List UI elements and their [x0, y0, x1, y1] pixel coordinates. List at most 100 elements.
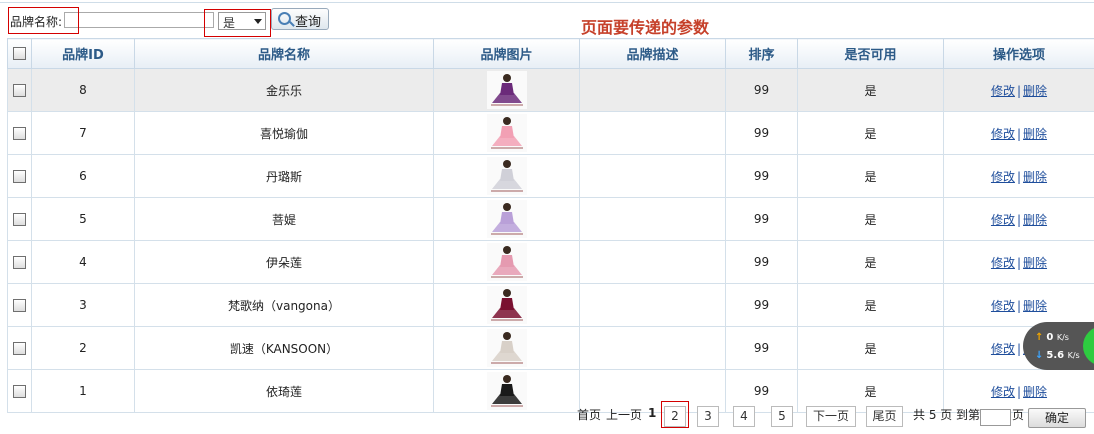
first-page-link[interactable]: 首页 — [577, 406, 601, 423]
delete-link[interactable]: 删除 — [1023, 385, 1047, 399]
table-row: 5 菩媞 99 是修改 | 删除 — [7, 197, 1094, 241]
row-select-cell — [7, 326, 32, 370]
actions-cell: 修改|删除 — [943, 111, 1094, 155]
brand-image — [486, 71, 527, 109]
brand-image — [486, 329, 527, 367]
action-separator: | — [1016, 341, 1022, 356]
confirm-button[interactable]: 确定 — [1028, 408, 1086, 428]
brand-name-cell: 菩媞 — [134, 197, 434, 241]
next-page-button[interactable]: 下一页 — [806, 406, 856, 427]
brand-name-input[interactable] — [64, 12, 214, 28]
delete-link[interactable]: 删除 — [1023, 170, 1047, 184]
delete-link[interactable]: 删除 — [1023, 256, 1047, 270]
edit-link[interactable]: 修改 — [991, 127, 1015, 141]
goto-page-input[interactable] — [980, 409, 1011, 426]
brand-image-cell — [433, 154, 580, 198]
page-3-button[interactable]: 3 — [697, 406, 719, 427]
download-speed: ↓ 5.6 K/s — [1035, 350, 1080, 361]
brand-id-cell: 7 — [31, 111, 135, 155]
prev-page-link[interactable]: 上一页 — [606, 406, 642, 423]
goto-prefix-text: 到第 — [956, 408, 981, 422]
brand-image — [486, 243, 527, 281]
brand-image — [486, 286, 527, 324]
sort-cell: 99 — [725, 68, 798, 112]
enabled-cell: 是 — [797, 68, 944, 112]
select-all-cell — [7, 38, 32, 69]
brand-image-cell — [433, 111, 580, 155]
edit-link[interactable]: 修改 — [991, 299, 1015, 313]
status-ball-icon — [1083, 326, 1094, 366]
row-checkbox[interactable] — [13, 342, 26, 355]
row-select-cell — [7, 111, 32, 155]
row-checkbox[interactable] — [13, 84, 26, 97]
brand-id-cell: 1 — [31, 369, 135, 413]
action-separator: | — [1016, 126, 1022, 141]
row-checkbox[interactable] — [13, 299, 26, 312]
row-select-cell — [7, 369, 32, 413]
row-checkbox[interactable] — [13, 256, 26, 269]
brand-id-cell: 8 — [31, 68, 135, 112]
edit-link[interactable]: 修改 — [991, 213, 1015, 227]
actions-cell: 修改|删除 — [943, 240, 1094, 284]
highlight-box-select — [204, 9, 271, 37]
sort-cell: 99 — [725, 154, 798, 198]
col-header-image: 品牌图片 — [433, 38, 580, 69]
brand-desc-cell — [579, 68, 726, 112]
action-separator: | — [1016, 169, 1022, 184]
brand-desc-cell — [579, 197, 726, 241]
brand-name-cell: 喜悦瑜伽 — [134, 111, 434, 155]
sort-cell: 99 — [725, 240, 798, 284]
last-page-button[interactable]: 尾页 — [866, 406, 903, 427]
page-5-button[interactable]: 5 — [771, 406, 793, 427]
search-icon — [278, 12, 291, 25]
page-2-button[interactable]: 2 — [664, 406, 686, 427]
brand-image — [486, 372, 527, 410]
actions-cell: 修改|删除 — [943, 154, 1094, 198]
delete-link[interactable]: 删除 — [1023, 299, 1047, 313]
col-header-sort: 排序 — [725, 38, 798, 69]
row-checkbox[interactable] — [13, 385, 26, 398]
brand-image-cell — [433, 326, 580, 370]
col-header-name: 品牌名称 — [134, 38, 434, 69]
table-row: 2凯速（KANSOON）99是修改|删除 — [7, 326, 1094, 370]
query-button[interactable]: 查询 — [271, 8, 329, 30]
delete-link[interactable]: 删除 — [1023, 213, 1047, 227]
brand-desc-cell — [579, 283, 726, 327]
sort-cell: 99 — [725, 197, 798, 241]
upload-arrow-icon: ↑ — [1035, 332, 1044, 343]
action-separator: | — [1016, 298, 1022, 313]
brand-name-cell: 梵歌纳（vangona） — [134, 283, 434, 327]
edit-link[interactable]: 修改 — [991, 342, 1015, 356]
upload-speed: ↑ 0 K/s — [1035, 332, 1069, 343]
action-separator: | — [1016, 384, 1022, 399]
row-select-cell — [7, 197, 32, 241]
page-4-button[interactable]: 4 — [733, 406, 755, 427]
brand-id-cell: 3 — [31, 283, 135, 327]
brand-image-cell — [433, 68, 580, 112]
row-select-cell — [7, 154, 32, 198]
select-all-checkbox[interactable] — [13, 47, 26, 60]
edit-link[interactable]: 修改 — [991, 256, 1015, 270]
row-select-cell — [7, 240, 32, 284]
table-header-row: 品牌ID 品牌名称 品牌图片 品牌描述 排序 是否可用 操作选项 — [7, 38, 1094, 69]
brand-id-cell: 6 — [31, 154, 135, 198]
delete-link[interactable]: 删除 — [1023, 127, 1047, 141]
edit-link[interactable]: 修改 — [991, 84, 1015, 98]
sort-cell: 99 — [725, 111, 798, 155]
edit-link[interactable]: 修改 — [991, 170, 1015, 184]
enabled-cell: 是 — [797, 326, 944, 370]
row-checkbox[interactable] — [13, 127, 26, 140]
row-checkbox[interactable] — [13, 213, 26, 226]
enabled-cell: 是 — [797, 240, 944, 284]
row-checkbox[interactable] — [13, 170, 26, 183]
query-button-label: 查询 — [295, 14, 322, 29]
network-speed-widget[interactable]: ↑ 0 K/s ↓ 5.6 K/s — [1023, 322, 1094, 370]
delete-link[interactable]: 删除 — [1023, 84, 1047, 98]
edit-link[interactable]: 修改 — [991, 385, 1015, 399]
table-row: 3 梵歌纳（vangona） 99 是修改 | 删除 — [7, 283, 1094, 327]
top-divider — [0, 2, 1094, 3]
brand-desc-cell — [579, 154, 726, 198]
table-row: 6 丹璐斯 99 是修改 | 删除 — [7, 154, 1094, 198]
table-row: 4 伊朵莲 99 是修改 | 删除 — [7, 240, 1094, 284]
table-row: 7 喜悦瑜伽 99 是修改 | 删除 — [7, 111, 1094, 155]
